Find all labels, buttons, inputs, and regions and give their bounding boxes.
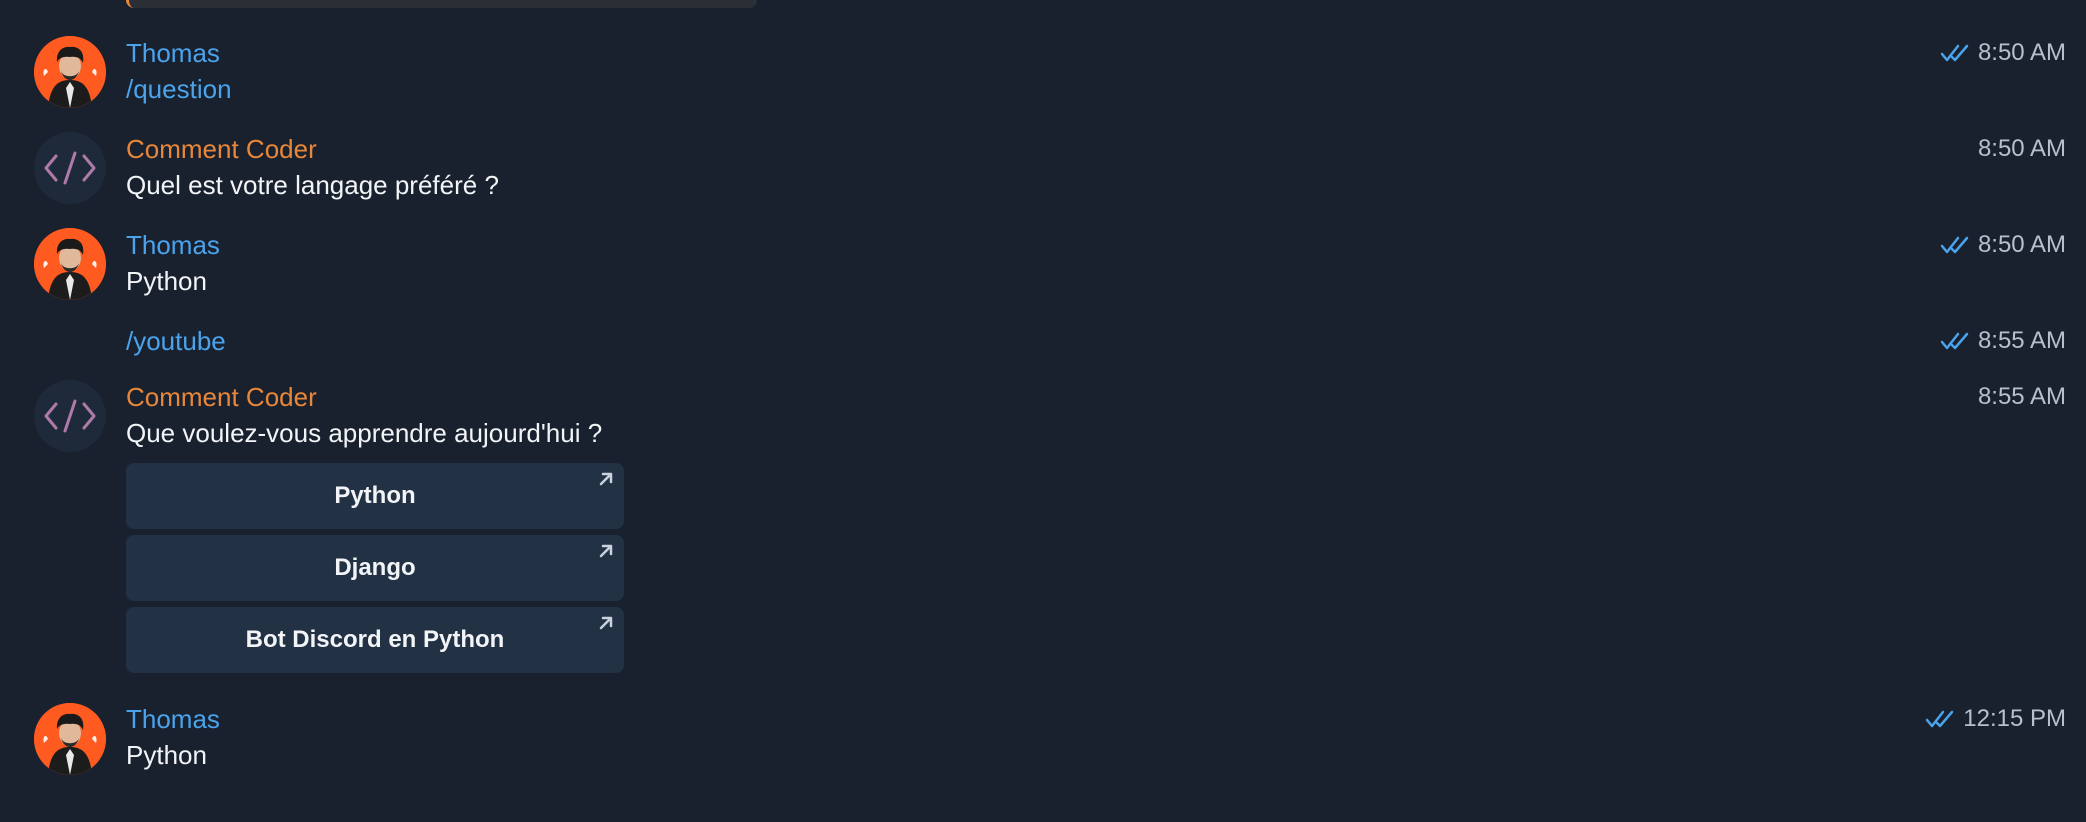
user-avatar[interactable] (34, 36, 106, 108)
message-meta: 12:15 PM (1925, 704, 2066, 734)
message-text: Quel est votre langage préféré ? (126, 170, 499, 200)
double-check-icon (1940, 44, 1969, 62)
bot-avatar[interactable] (34, 132, 106, 204)
bot-command-link[interactable]: /question (126, 74, 232, 104)
code-brackets-icon (44, 399, 96, 433)
message-text: Python (126, 266, 207, 296)
message-text: Python (126, 740, 207, 770)
message-sender[interactable]: Thomas (126, 230, 220, 260)
message-sender[interactable]: Comment Coder (126, 134, 317, 164)
user-avatar-photo (34, 228, 106, 300)
bot-avatar[interactable] (34, 380, 106, 452)
external-link-arrow-icon (599, 544, 613, 558)
button-label: Bot Discord en Python (245, 626, 505, 653)
user-avatar[interactable] (34, 228, 106, 300)
bot-command-link[interactable]: /youtube (126, 326, 226, 356)
double-check-icon (1940, 236, 1969, 254)
message-meta: 8:50 AM (1978, 134, 2066, 164)
user-avatar-photo (34, 703, 106, 775)
message-meta: 8:50 AM (1940, 38, 2066, 68)
inline-keyboard-button-django[interactable]: Django (126, 535, 624, 601)
message-time: 8:55 AM (1977, 327, 2066, 354)
code-brackets-icon (44, 151, 96, 185)
message-meta: 8:55 AM (1940, 326, 2066, 356)
message-sender[interactable]: Thomas (126, 704, 220, 734)
message-time: 8:50 AM (1977, 39, 2066, 66)
message-meta: 8:55 AM (1978, 382, 2066, 412)
double-check-icon (1926, 710, 1954, 728)
button-label: Django (334, 554, 416, 581)
button-label: Python (334, 482, 416, 509)
external-link-arrow-icon (599, 616, 613, 630)
user-avatar-photo (34, 36, 106, 108)
double-check-icon (1940, 332, 1969, 350)
message-time: 8:50 AM (1977, 135, 2066, 162)
message-meta: 8:50 AM (1940, 230, 2066, 260)
message-sender[interactable]: Comment Coder (126, 382, 317, 412)
message-time: 12:15 PM (1963, 705, 2066, 732)
inline-keyboard-button-bot-discord[interactable]: Bot Discord en Python (126, 607, 624, 673)
inline-keyboard-button-python[interactable]: Python (126, 463, 624, 529)
message-text: Que voulez-vous apprendre aujourd'hui ? (126, 418, 603, 448)
message-time: 8:55 AM (1977, 383, 2066, 410)
user-avatar[interactable] (34, 703, 106, 775)
external-link-arrow-icon (599, 472, 613, 486)
message-sender[interactable]: Thomas (126, 38, 220, 68)
previous-message-reply-bubble (126, 0, 757, 8)
message-time: 8:50 AM (1977, 231, 2066, 258)
